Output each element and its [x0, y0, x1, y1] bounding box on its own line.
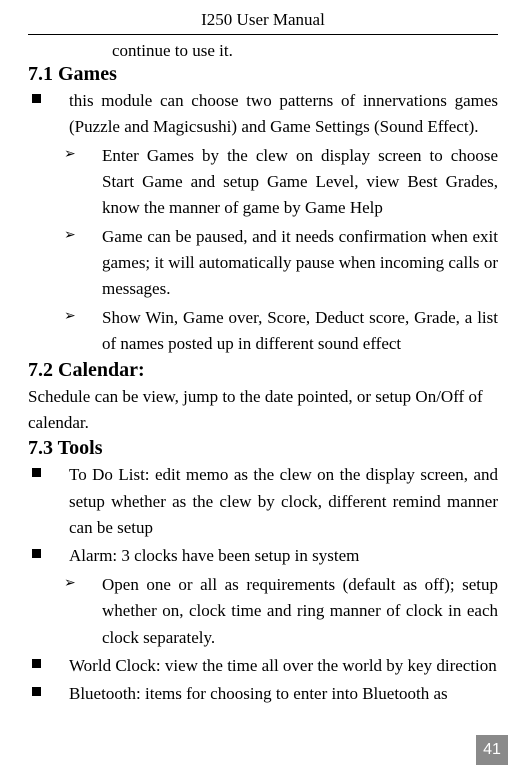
page-number: 41: [476, 735, 508, 765]
tools-sub-1: Open one or all as requirements (default…: [102, 572, 498, 651]
list-item: Bluetooth: items for choosing to enter i…: [28, 681, 498, 707]
square-bullet-icon: [32, 549, 41, 558]
games-sub-3: Show Win, Game over, Score, Deduct score…: [102, 305, 498, 358]
arrow-icon: ➢: [64, 575, 78, 592]
square-bullet-icon: [32, 687, 41, 696]
continue-text: continue to use it.: [112, 41, 498, 61]
header-title: I250 User Manual: [201, 10, 325, 29]
list-item: ➢ Game can be paused, and it needs confi…: [64, 224, 498, 303]
tools-bullet-2: Alarm: 3 clocks have been setup in syste…: [69, 543, 359, 569]
calendar-body: Schedule can be view, jump to the date p…: [28, 384, 498, 435]
square-bullet-icon: [32, 94, 41, 103]
tools-bullet-3: World Clock: view the time all over the …: [69, 653, 497, 679]
square-bullet-icon: [32, 468, 41, 477]
section-games-heading: 7.1 Games: [28, 63, 498, 86]
games-bullet-1: this module can choose two patterns of i…: [69, 88, 498, 141]
list-item: To Do List: edit memo as the clew on the…: [28, 462, 498, 541]
tools-bullet-4: Bluetooth: items for choosing to enter i…: [69, 681, 448, 707]
list-item: this module can choose two patterns of i…: [28, 88, 498, 141]
arrow-icon: ➢: [64, 308, 78, 325]
page-header: I250 User Manual: [28, 10, 498, 35]
games-sub-2: Game can be paused, and it needs confirm…: [102, 224, 498, 303]
section-calendar-heading: 7.2 Calendar:: [28, 359, 498, 382]
section-tools-heading: 7.3 Tools: [28, 437, 498, 460]
list-item: ➢ Open one or all as requirements (defau…: [64, 572, 498, 651]
list-item: Alarm: 3 clocks have been setup in syste…: [28, 543, 498, 569]
arrow-icon: ➢: [64, 227, 78, 244]
arrow-icon: ➢: [64, 146, 78, 163]
games-sub-1: Enter Games by the clew on display scree…: [102, 143, 498, 222]
list-item: ➢ Show Win, Game over, Score, Deduct sco…: [64, 305, 498, 358]
square-bullet-icon: [32, 659, 41, 668]
list-item: World Clock: view the time all over the …: [28, 653, 498, 679]
list-item: ➢ Enter Games by the clew on display scr…: [64, 143, 498, 222]
tools-bullet-1: To Do List: edit memo as the clew on the…: [69, 462, 498, 541]
